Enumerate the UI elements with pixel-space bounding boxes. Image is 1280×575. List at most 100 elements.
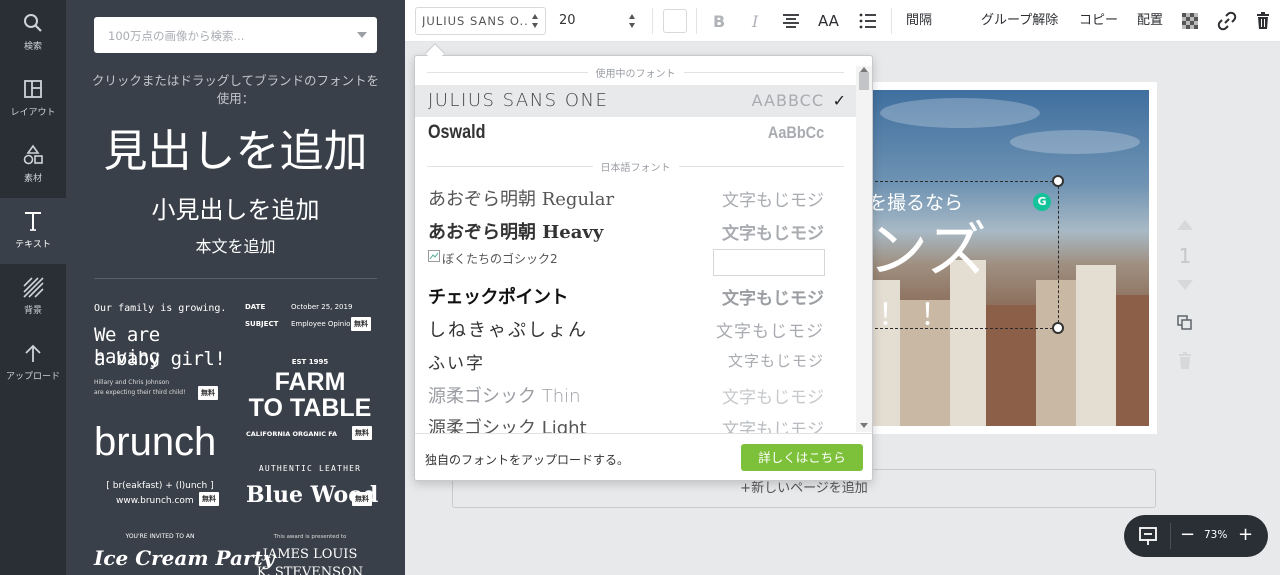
- free-badge: 無料: [199, 492, 219, 506]
- divider: [696, 8, 697, 34]
- list-icon[interactable]: [858, 11, 878, 31]
- rail-label: 検索: [23, 42, 42, 52]
- duplicate-page-icon[interactable]: [1176, 314, 1194, 332]
- text-panel: 100万点の画像から検索... クリックまたはドラッグしてブランドのフォントを使…: [66, 0, 405, 575]
- rail-item-elements[interactable]: 素材: [0, 132, 66, 198]
- rail-item-background[interactable]: 背景: [0, 264, 66, 330]
- font-sample: 文字もじモジ: [716, 322, 824, 342]
- elements-icon: [23, 144, 43, 165]
- text-template-brunch[interactable]: brunch [ br(eakfast) + (l)unch ] www.bru…: [94, 420, 234, 508]
- font-family-value: JULIUS SANS O...: [422, 14, 527, 28]
- spacing-button[interactable]: 間隔: [906, 9, 932, 33]
- rail-label: レイアウト: [10, 108, 56, 118]
- divider: [652, 8, 653, 34]
- text-template-memo[interactable]: DATE October 25, 2019 SUBJECT Employee O…: [245, 300, 377, 334]
- section-title: 使用中のフォント: [587, 69, 684, 80]
- font-sample: 文字もじモジ: [722, 289, 824, 309]
- scrollbar-thumb[interactable]: [859, 72, 869, 90]
- zoom-in-button[interactable]: +: [1238, 524, 1253, 546]
- rail-item-text[interactable]: テキスト: [0, 198, 66, 264]
- ungroup-button[interactable]: グループ解除: [981, 9, 1058, 33]
- section-header-in-use: 使用中のフォント: [415, 62, 856, 82]
- image-search-input[interactable]: 100万点の画像から検索...: [94, 17, 377, 53]
- font-option-aozora-mincho-regular[interactable]: あおぞら明朝 Regular 文字もじモジ: [415, 180, 856, 212]
- layout-icon: [24, 80, 42, 98]
- transparency-icon[interactable]: [1180, 11, 1200, 31]
- font-name: Oswald: [428, 122, 486, 143]
- template-text: YOU'RE INVITED TO AN: [125, 533, 195, 540]
- grammarly-icon[interactable]: G: [1033, 193, 1051, 211]
- font-name: しねきゃぷしょん: [428, 320, 588, 341]
- template-text: brunch: [94, 420, 217, 464]
- page-up-icon[interactable]: [1177, 220, 1193, 230]
- resize-handle[interactable]: [1052, 175, 1064, 187]
- text-template-farm-to-table[interactable]: EST 1995 FARM TO TABLE CALIFORNIA ORGANI…: [242, 356, 378, 440]
- font-option-julius-sans-one[interactable]: JULIUS SANS ONE AABBCC ✓: [415, 85, 856, 117]
- dropdown-scrollbar[interactable]: [856, 66, 872, 432]
- text-color-button[interactable]: [663, 9, 687, 33]
- rail-label: アップロード: [5, 372, 60, 382]
- rail-item-upload[interactable]: アップロード: [0, 330, 66, 396]
- checkmark-icon: ✓: [832, 91, 846, 110]
- font-option-bokutachi-gothic[interactable]: ぼくたちのゴシック2: [415, 246, 856, 278]
- text-toolbar: JULIUS SANS O... 20 B I AA 間隔 グループ解除 コピー…: [405, 0, 1280, 42]
- font-size-select[interactable]: 20: [551, 7, 645, 35]
- bold-icon[interactable]: B: [709, 11, 729, 31]
- selection-border: [1058, 181, 1059, 328]
- font-sample: AABBCC: [751, 91, 824, 110]
- free-badge: 無料: [351, 317, 371, 331]
- zoom-out-button[interactable]: −: [1180, 525, 1195, 545]
- template-text: October 25, 2019: [291, 303, 353, 311]
- text-case-button[interactable]: AA: [818, 9, 839, 33]
- font-option-fui-ji[interactable]: ふい字 文字もじモジ: [415, 344, 856, 376]
- present-icon[interactable]: [1138, 526, 1158, 546]
- font-family-select[interactable]: JULIUS SANS O...: [415, 7, 546, 35]
- text-template-leather[interactable]: AUTHENTIC LEATHER Blue Wood 無料: [242, 460, 378, 510]
- text-template-family[interactable]: Our family is growing. We are having a b…: [94, 300, 234, 400]
- font-option-oswald[interactable]: Oswald AaBbCc: [415, 117, 856, 149]
- add-heading-button[interactable]: 見出しを追加: [66, 122, 405, 182]
- link-icon[interactable]: [1217, 11, 1237, 31]
- rail-label: 素材: [23, 174, 42, 184]
- svg-text:I: I: [751, 12, 759, 31]
- template-text: AUTHENTIC LEATHER: [258, 464, 362, 473]
- font-sample: 文字もじモジ: [722, 224, 824, 244]
- scroll-down-icon[interactable]: [860, 423, 868, 428]
- delete-page-icon[interactable]: [1177, 352, 1193, 370]
- design-page[interactable]: を撮るなら ンズ ！！ G: [860, 82, 1157, 434]
- font-dropdown: 使用中のフォント JULIUS SANS ONE AABBCC ✓ Oswald…: [414, 55, 873, 481]
- rail-item-search[interactable]: 検索: [0, 0, 66, 66]
- template-text: FARM: [274, 368, 346, 396]
- canvas-text-line2[interactable]: ンズ: [868, 216, 987, 286]
- template-text: K. STEVENSON: [256, 565, 364, 575]
- resize-handle[interactable]: [1052, 322, 1064, 334]
- font-name: 源柔ゴシック Thin: [428, 386, 581, 407]
- add-body-text-button[interactable]: 本文を追加: [66, 234, 405, 260]
- text-template-award[interactable]: This award is presented to JAMES LOUIS K…: [242, 530, 378, 575]
- font-option-genju-gothic-thin[interactable]: 源柔ゴシック Thin 文字もじモジ: [415, 377, 856, 409]
- copy-button[interactable]: コピー: [1079, 9, 1118, 33]
- page-down-icon[interactable]: [1177, 280, 1193, 290]
- rail-item-layout[interactable]: レイアウト: [0, 66, 66, 132]
- chevron-down-icon[interactable]: [357, 32, 367, 38]
- divider: [1170, 523, 1171, 549]
- font-option-aozora-mincho-heavy[interactable]: あおぞら明朝 Heavy 文字もじモジ: [415, 213, 856, 245]
- arrange-button[interactable]: 配置: [1137, 9, 1163, 33]
- font-name: ふい字: [428, 354, 485, 374]
- font-sample: 文字もじモジ: [722, 388, 824, 408]
- building: [986, 305, 1036, 426]
- add-subheading-button[interactable]: 小見出しを追加: [66, 192, 405, 228]
- canvas-text-line1[interactable]: を撮るなら: [868, 188, 963, 215]
- trash-icon[interactable]: [1253, 11, 1273, 31]
- city-photo[interactable]: を撮るなら ンズ ！！: [860, 90, 1149, 426]
- svg-text:B: B: [713, 12, 725, 31]
- learn-more-button[interactable]: 詳しくはこちら: [741, 444, 863, 471]
- brand-font-hint: クリックまたはドラッグしてブランドのフォントを使用：: [91, 73, 380, 106]
- free-badge: 無料: [198, 386, 218, 400]
- italic-icon[interactable]: I: [746, 11, 766, 31]
- text-template-ice-cream[interactable]: YOU'RE INVITED TO AN Ice Cream Party: [94, 530, 274, 575]
- font-option-cinecaption[interactable]: しねきゃぷしょん 文字もじモジ: [415, 311, 856, 343]
- building: [1076, 265, 1116, 426]
- align-center-icon[interactable]: [781, 11, 801, 31]
- font-option-checkpoint[interactable]: チェックポイント 文字もじモジ: [415, 278, 856, 310]
